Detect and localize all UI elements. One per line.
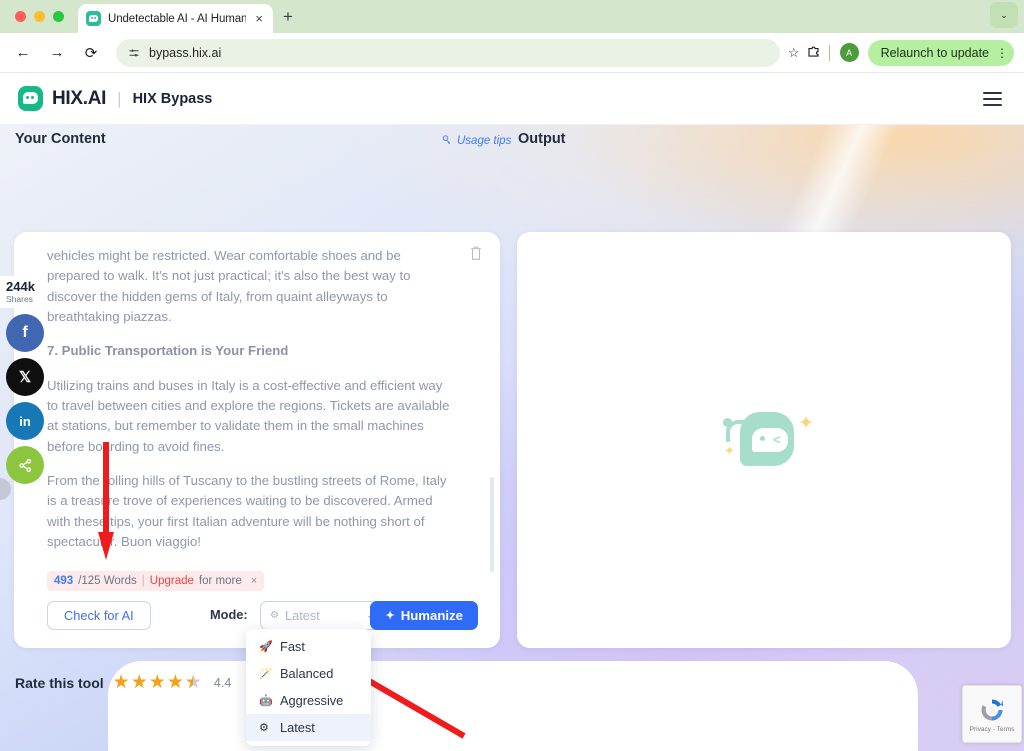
hix-logo-icon: [18, 86, 43, 111]
x-twitter-icon[interactable]: 𝕏: [6, 358, 44, 396]
share-count-value: 244k: [6, 279, 35, 294]
output-title: Output: [518, 131, 566, 147]
output-card: < ✦ ✦: [517, 232, 1011, 648]
rocket-icon: 🚀: [259, 641, 273, 653]
sparkle-icon: ✦: [385, 610, 395, 622]
editor-paragraph: vehicles might be restricted. Wear comfo…: [47, 248, 411, 324]
screen: Undetectable AI - AI Humaniz × + ⌄ ← → ⟳…: [0, 0, 1024, 751]
share-count: 244k Shares: [0, 276, 46, 308]
mode-item-label: Fast: [280, 639, 305, 654]
close-window-button[interactable]: [15, 11, 26, 22]
back-button[interactable]: ←: [10, 40, 36, 66]
upgrade-suffix: for more: [198, 575, 242, 587]
star-icon[interactable]: ★: [149, 671, 166, 694]
sparkle-icon: ✦: [798, 413, 814, 434]
page-title: HIX Bypass: [132, 90, 213, 107]
close-icon[interactable]: ×: [251, 575, 257, 587]
relaunch-to-update-button[interactable]: Relaunch to update ⋮: [867, 39, 1014, 66]
star-icon[interactable]: ★: [131, 671, 148, 694]
mode-item-label: Balanced: [280, 666, 334, 681]
recaptcha-badge[interactable]: Privacy - Terms: [962, 685, 1022, 743]
chevron-down-icon[interactable]: ⌄: [990, 2, 1018, 28]
tab-title: Undetectable AI - AI Humaniz: [108, 12, 247, 25]
browser-tab[interactable]: Undetectable AI - AI Humaniz ×: [78, 4, 273, 33]
new-tab-button[interactable]: +: [283, 8, 293, 25]
share-count-label: Shares: [6, 294, 33, 304]
usage-tips-label: Usage tips: [457, 135, 512, 147]
panel-titles: Your Content Usage tips Output: [0, 125, 1024, 157]
editor-card: vehicles might be restricted. Wear comfo…: [14, 232, 500, 648]
verified-badge-icon: ⚙: [270, 610, 279, 621]
toolbar-divider: [828, 44, 830, 61]
word-count-limit: /125 Words: [78, 575, 137, 587]
mode-item-label: Latest: [280, 720, 315, 735]
upgrade-link[interactable]: Upgrade: [150, 575, 194, 587]
scrollbar[interactable]: [490, 477, 494, 572]
maximize-window-button[interactable]: [53, 11, 64, 22]
facebook-icon[interactable]: f: [6, 314, 44, 352]
bookmark-star-icon[interactable]: ☆: [788, 45, 800, 61]
robot-icon: 🤖: [259, 695, 273, 707]
lightbulb-icon: [441, 134, 452, 148]
mode-selected-value: Latest: [284, 608, 320, 623]
site-header: HIX.AI | HIX Bypass: [0, 73, 1024, 125]
mode-dropdown-menu: 🚀 Fast 🪄 Balanced 🤖 Aggressive ⚙ Latest: [246, 629, 371, 746]
mode-item-latest[interactable]: ⚙ Latest: [246, 714, 371, 741]
rating-score: 4.4: [213, 675, 232, 690]
kebab-menu-icon[interactable]: ⋮: [996, 47, 1008, 59]
close-icon[interactable]: ×: [253, 10, 265, 27]
minimize-window-button[interactable]: [34, 11, 45, 22]
annotation-arrow-down: [98, 442, 114, 560]
star-icon[interactable]: ★: [167, 671, 184, 694]
extensions-icon[interactable]: [806, 44, 821, 62]
social-share-rail: 244k Shares f 𝕏 in: [0, 276, 52, 484]
humanize-label: Humanize: [400, 608, 463, 623]
avatar[interactable]: A: [839, 43, 859, 62]
linkedin-icon[interactable]: in: [6, 402, 44, 440]
hamburger-icon[interactable]: [983, 92, 1002, 106]
mode-label: Mode:: [210, 607, 248, 622]
editor-actions: Check for AI Mode: ⚙ Latest ⌄ ✦ Humanize: [47, 601, 478, 631]
url-text: bypass.hix.ai: [149, 45, 222, 60]
mode-select[interactable]: ⚙ Latest ⌄: [260, 601, 384, 630]
browser-tabstrip: Undetectable AI - AI Humaniz × + ⌄: [0, 0, 1024, 33]
logo-separator: |: [117, 88, 122, 108]
mode-item-label: Aggressive: [280, 693, 344, 708]
site-settings-icon[interactable]: [128, 47, 140, 59]
mode-item-balanced[interactable]: 🪄 Balanced: [246, 660, 371, 687]
rate-this-tool: Rate this tool ★ ★ ★ ★ ★ 4.4: [15, 671, 231, 694]
sparkle-icon: ✦: [724, 443, 735, 458]
editor-heading: 7. Public Transportation is Your Friend: [47, 343, 289, 359]
page-viewport: HIX.AI | HIX Bypass Your Content Usage t…: [0, 73, 1024, 751]
hix-logo-icon: [86, 11, 101, 26]
window-controls: [15, 11, 64, 22]
verified-badge-icon: ⚙: [259, 722, 269, 734]
trash-icon[interactable]: [469, 245, 483, 261]
badge-separator: |: [141, 575, 145, 587]
logo-text[interactable]: HIX.AI: [52, 88, 106, 110]
word-count-current: 493: [54, 575, 74, 587]
star-half-icon[interactable]: ★: [185, 671, 202, 694]
recaptcha-terms[interactable]: Privacy - Terms: [970, 726, 1015, 733]
hix-mascot-icon: < ✦ ✦: [714, 400, 814, 480]
star-icon[interactable]: ★: [113, 671, 130, 694]
usage-tips-link[interactable]: Usage tips: [441, 134, 511, 148]
star-rating[interactable]: ★ ★ ★ ★ ★: [113, 671, 202, 694]
mode-item-fast[interactable]: 🚀 Fast: [246, 633, 371, 660]
recaptcha-icon: [981, 699, 1004, 720]
word-count-badge: 493 /125 Words | Upgrade for more ×: [47, 571, 265, 591]
forward-button[interactable]: →: [44, 40, 70, 66]
your-content-title: Your Content: [15, 131, 106, 147]
rating-label: Rate this tool: [15, 674, 104, 691]
browser-toolbar: ← → ⟳ bypass.hix.ai ☆ A Relaunch to upda…: [0, 33, 1024, 73]
check-for-ai-button[interactable]: Check for AI: [47, 601, 151, 630]
relaunch-label: Relaunch to update: [880, 45, 989, 60]
magic-wand-icon: 🪄: [259, 668, 273, 680]
humanize-button[interactable]: ✦ Humanize: [370, 601, 478, 630]
mode-item-aggressive[interactable]: 🤖 Aggressive: [246, 687, 371, 714]
address-bar[interactable]: bypass.hix.ai: [116, 38, 780, 67]
reload-button[interactable]: ⟳: [78, 40, 104, 66]
share-icon[interactable]: [6, 446, 44, 484]
